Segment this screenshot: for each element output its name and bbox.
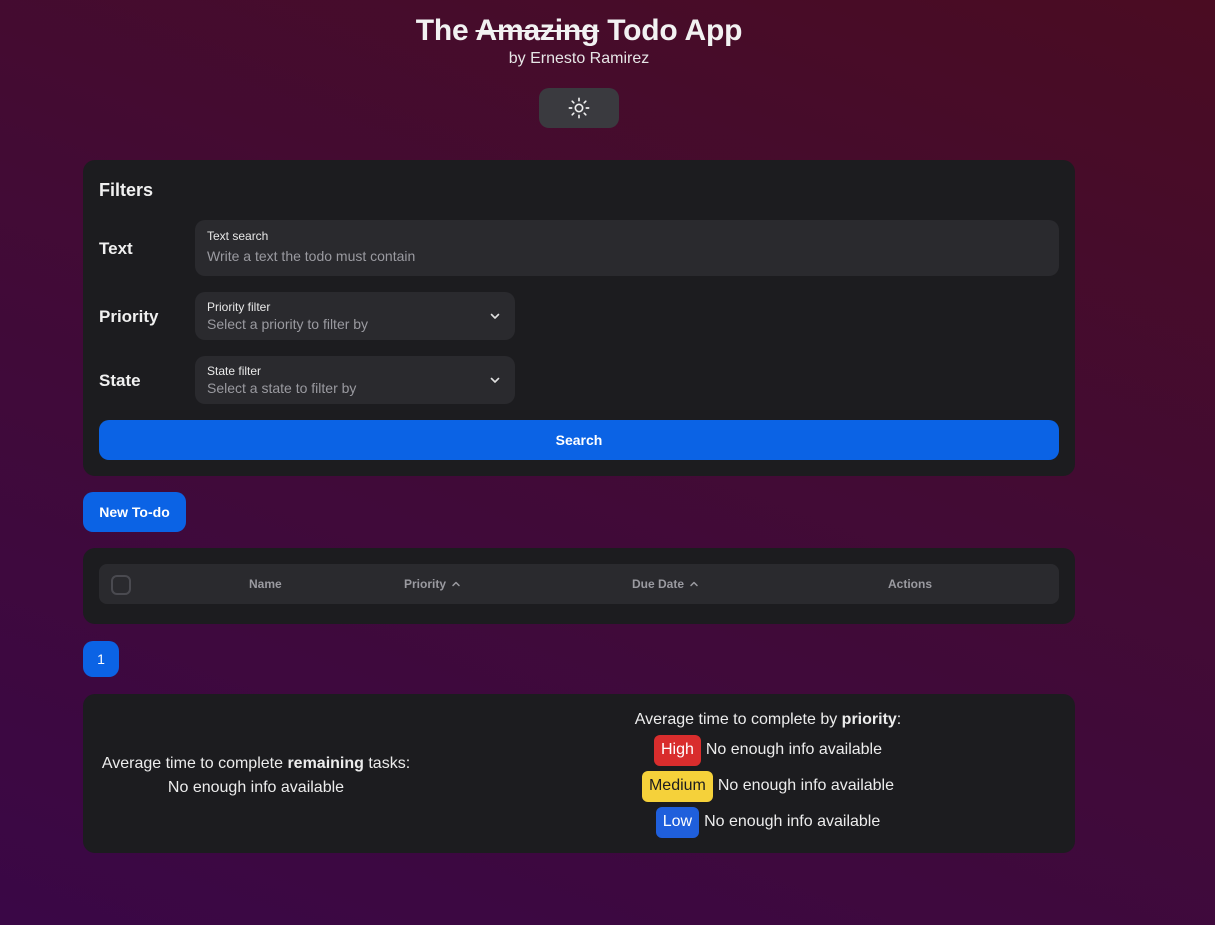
stats-card: Average time to complete remaining tasks…	[83, 694, 1075, 853]
todo-table: Name Priority Due Date Actions	[83, 548, 1075, 624]
priority-filter-select[interactable]: Priority filter Select a priority to fil…	[195, 292, 515, 340]
filters-heading: Filters	[99, 180, 154, 200]
title-word-todo-app: Todo App	[607, 14, 743, 47]
sort-ascending-icon	[452, 581, 460, 587]
priority-stats-title: Average time to complete by priority:	[634, 711, 902, 728]
priority-stat-value: No enough info available	[704, 813, 881, 830]
column-header-name[interactable]: Name	[249, 577, 282, 591]
state-row-label: State	[99, 371, 141, 390]
priority-row-label: Priority	[99, 307, 159, 326]
title-word-the: The	[415, 14, 469, 47]
state-filter-select[interactable]: State filter Select a state to filter by	[195, 356, 515, 404]
remaining-stats: Average time to complete remaining tasks…	[99, 752, 413, 800]
app-header: The Amazing Todo App by Ernesto Ramirez	[0, 14, 1158, 68]
remaining-stats-title: Average time to complete remaining tasks…	[101, 755, 411, 772]
text-row-label: Text	[99, 239, 133, 258]
chevron-down-icon	[490, 377, 500, 383]
column-header-actions: Actions	[888, 577, 933, 591]
column-header-due-date[interactable]: Due Date	[632, 577, 699, 591]
theme-toggle-button[interactable]	[539, 88, 619, 128]
priority-badge-medium: Medium	[641, 770, 713, 802]
state-filter-placeholder: Select a state to filter by	[207, 380, 357, 396]
remaining-stats-value: No enough info available	[167, 779, 345, 796]
pagination-page-button[interactable]: 1	[83, 641, 119, 677]
text-search-placeholder: Write a text the todo must contain	[207, 248, 416, 264]
priority-badge-high: High	[653, 734, 701, 766]
sort-ascending-icon	[690, 581, 698, 587]
priority-stat-row: Low No enough info available	[631, 806, 905, 838]
priority-filter-label: Priority filter	[207, 300, 271, 314]
state-filter-label: State filter	[207, 364, 262, 378]
priority-stat-row: Medium No enough info available	[631, 770, 905, 802]
priority-stat-value: No enough info available	[717, 777, 895, 794]
priority-filter-placeholder: Select a priority to filter by	[207, 316, 369, 332]
priority-stats: Average time to complete by priority: Hi…	[631, 711, 905, 838]
text-search-label: Text search	[207, 229, 269, 243]
priority-badge-low: Low	[655, 806, 700, 838]
new-todo-button[interactable]: New To-do	[83, 492, 186, 532]
search-button[interactable]: Search	[99, 420, 1059, 460]
app-title: The Amazing Todo App	[0, 14, 1158, 48]
filters-card: Filters Text Text search Write a text th…	[83, 160, 1075, 476]
app-subtitle: by Ernesto Ramirez	[508, 50, 650, 67]
table-header: Name Priority Due Date Actions	[99, 564, 1059, 604]
priority-stat-value: No enough info available	[705, 741, 883, 758]
chevron-down-icon	[490, 313, 500, 319]
text-search-input[interactable]: Text search Write a text the todo must c…	[195, 220, 1059, 276]
title-word-strikethrough: Amazing	[475, 14, 600, 47]
select-all-checkbox[interactable]	[111, 575, 131, 595]
priority-stat-row: High No enough info available	[631, 734, 905, 766]
column-header-priority[interactable]: Priority	[404, 577, 461, 591]
sun-icon	[568, 97, 590, 119]
